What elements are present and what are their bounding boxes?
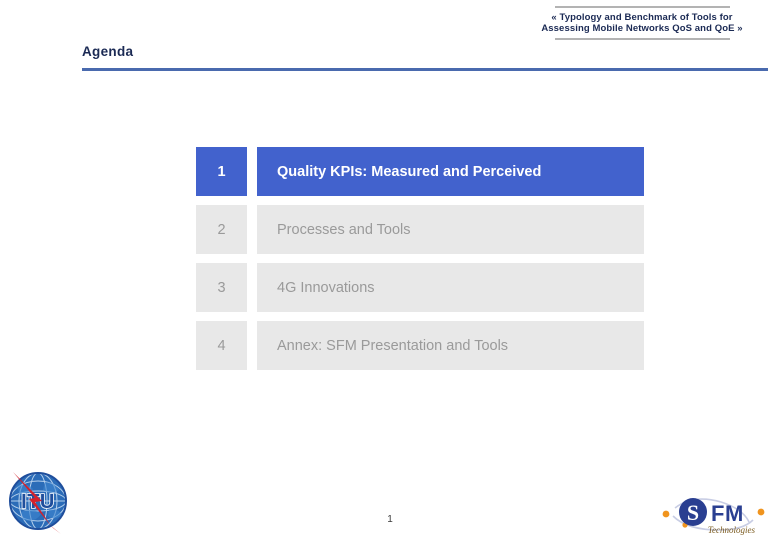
slide-running-header: « Typology and Benchmark of Tools for As… (516, 6, 768, 40)
agenda-item-2-number: 2 (196, 205, 247, 254)
agenda-item-4[interactable]: 4 Annex: SFM Presentation and Tools (196, 321, 644, 370)
agenda-item-3[interactable]: 3 4G Innovations (196, 263, 644, 312)
svg-text:FM: FM (711, 501, 744, 526)
agenda-list: 1 Quality KPIs: Measured and Perceived 2… (196, 147, 644, 370)
agenda-item-1-number: 1 (196, 147, 247, 196)
running-title-line-2: Assessing Mobile Networks QoS and QoE » (541, 23, 743, 34)
svg-text:Technologies: Technologies (708, 525, 756, 535)
title-divider (82, 68, 768, 71)
agenda-item-4-number: 4 (196, 321, 247, 370)
agenda-item-1-label: Quality KPIs: Measured and Perceived (257, 147, 644, 196)
running-title-line-1: « Typology and Benchmark of Tools for (551, 12, 733, 23)
header-rule-top (554, 6, 730, 8)
agenda-item-2-label: Processes and Tools (257, 205, 644, 254)
agenda-item-3-label: 4G Innovations (257, 263, 644, 312)
agenda-item-2[interactable]: 2 Processes and Tools (196, 205, 644, 254)
agenda-item-4-label: Annex: SFM Presentation and Tools (257, 321, 644, 370)
page-title: Agenda (82, 44, 134, 59)
sfm-logo: S FM Technologies (655, 492, 773, 538)
agenda-item-3-number: 3 (196, 263, 247, 312)
itu-logo: ITU (5, 468, 75, 536)
svg-text:S: S (687, 500, 699, 525)
header-rule-bottom (554, 38, 730, 40)
agenda-item-1[interactable]: 1 Quality KPIs: Measured and Perceived (196, 147, 644, 196)
